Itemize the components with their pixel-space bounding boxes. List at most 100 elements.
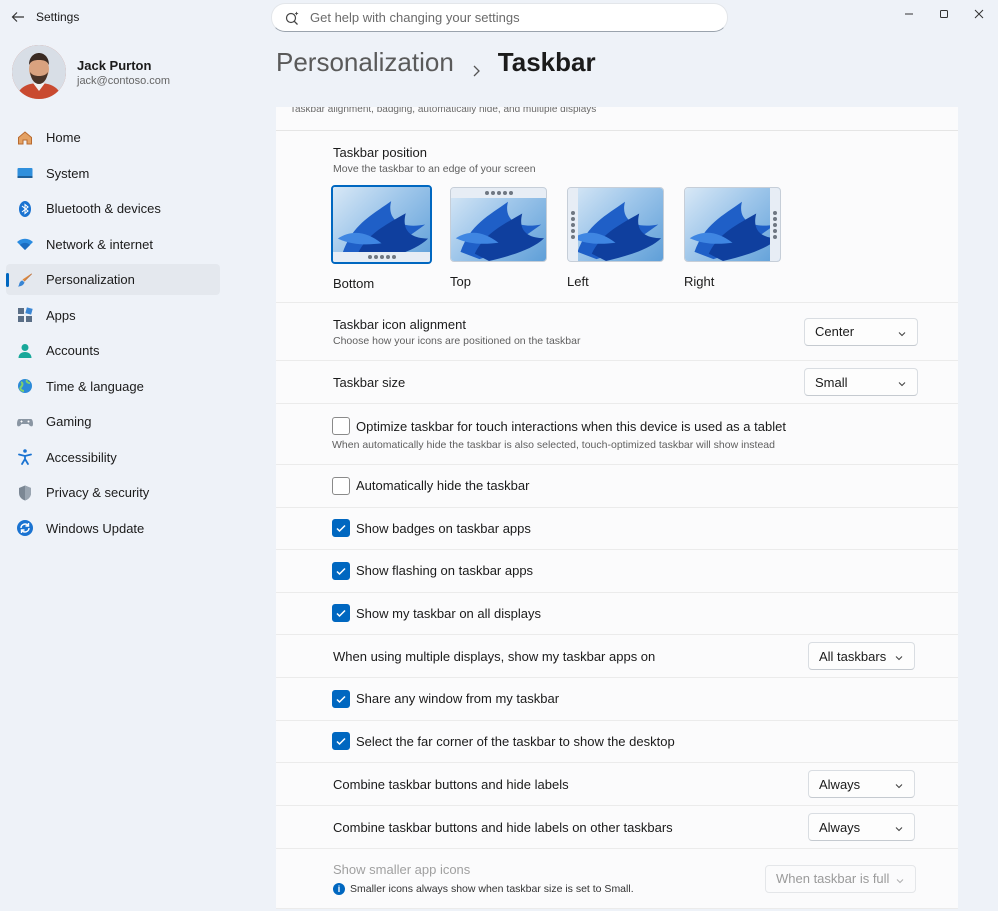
- position-preview-bottom: [331, 185, 432, 264]
- taskbar-position-setting: Taskbar position Move the taskbar to an …: [276, 131, 958, 303]
- touch-optimize-setting: Optimize taskbar for touch interactions …: [276, 404, 958, 465]
- sidebar-item-apps[interactable]: Apps: [6, 300, 220, 331]
- sidebar-item-accessibility[interactable]: Accessibility: [6, 442, 220, 473]
- apps-icon: [16, 306, 34, 324]
- title-bar: Settings: [0, 0, 998, 34]
- taskbar-behaviors-panel: Taskbar alignment, badging, automaticall…: [276, 107, 958, 911]
- combine-value: Always: [819, 776, 861, 792]
- combine-title: Combine taskbar buttons and hide labels: [333, 776, 569, 792]
- gamepad-icon: [16, 413, 34, 431]
- touch-optimize-checkbox[interactable]: [332, 417, 350, 435]
- autohide-setting: Automatically hide the taskbar: [276, 465, 958, 508]
- icon-alignment-setting: Taskbar icon alignment Choose how your i…: [276, 303, 958, 361]
- person-icon: [16, 342, 34, 360]
- sidebar-item-network[interactable]: Network & internet: [6, 229, 220, 260]
- touch-optimize-subtitle: When automatically hide the taskbar is a…: [332, 439, 775, 451]
- search-box[interactable]: [271, 3, 728, 32]
- position-preview-left: [567, 187, 664, 262]
- checkmark-icon: [336, 610, 346, 618]
- accessibility-icon: [16, 448, 34, 466]
- close-icon: [974, 9, 984, 19]
- breadcrumb: Personalization Taskbar: [276, 47, 596, 78]
- all-displays-checkbox[interactable]: [332, 604, 350, 623]
- smaller-icons-setting: Show smaller app icons i Smaller icons a…: [276, 849, 958, 909]
- checkmark-icon: [336, 695, 346, 703]
- all-displays-label: Show my taskbar on all displays: [356, 605, 541, 621]
- taskbar-size-value: Small: [815, 374, 848, 390]
- icon-alignment-dropdown[interactable]: Center: [804, 317, 918, 346]
- touch-optimize-label: Optimize taskbar for touch interactions …: [356, 418, 786, 434]
- page-title: Taskbar: [497, 47, 596, 77]
- position-option-right[interactable]: Right: [684, 187, 801, 291]
- shield-icon: [16, 484, 34, 502]
- smaller-icons-title: Show smaller app icons: [333, 862, 471, 877]
- taskbar-size-dropdown[interactable]: Small: [804, 368, 918, 396]
- sidebar-item-system[interactable]: System: [6, 158, 220, 189]
- far-corner-setting: Select the far corner of the taskbar to …: [276, 720, 958, 763]
- user-profile[interactable]: Jack Purton jack@contoso.com: [12, 44, 170, 100]
- close-button[interactable]: [967, 3, 991, 25]
- search-input[interactable]: [310, 10, 690, 25]
- sidebar-item-windows-update[interactable]: Windows Update: [6, 513, 220, 544]
- combine-other-dropdown[interactable]: Always: [808, 813, 915, 841]
- sidebar-item-home[interactable]: Home: [6, 122, 220, 153]
- flashing-label: Show flashing on taskbar apps: [356, 563, 534, 579]
- position-option-label: Bottom: [333, 276, 375, 291]
- all-displays-setting: Show my taskbar on all displays: [276, 592, 958, 635]
- multi-display-title: When using multiple displays, show my ta…: [333, 648, 656, 664]
- multi-display-dropdown[interactable]: All taskbars: [808, 642, 915, 670]
- breadcrumb-parent[interactable]: Personalization: [276, 47, 454, 78]
- position-option-top[interactable]: Top: [450, 187, 567, 291]
- user-email: jack@contoso.com: [77, 75, 171, 87]
- autohide-checkbox[interactable]: [332, 476, 350, 495]
- back-arrow-icon[interactable]: [10, 9, 26, 25]
- section-description: Taskbar alignment, badging, automaticall…: [276, 107, 958, 131]
- flashing-checkbox[interactable]: [332, 561, 350, 580]
- taskbar-position-subtitle: Move the taskbar to an edge of your scre…: [333, 163, 536, 175]
- badges-checkbox[interactable]: [332, 519, 350, 538]
- share-window-checkbox[interactable]: [332, 689, 350, 708]
- chevron-down-icon: [894, 651, 904, 661]
- sidebar-item-bluetooth[interactable]: Bluetooth & devices: [6, 193, 220, 224]
- badges-setting: Show badges on taskbar apps: [276, 507, 958, 550]
- sidebar-item-privacy-security[interactable]: Privacy & security: [6, 477, 220, 508]
- minimize-button[interactable]: [897, 3, 921, 25]
- chevron-down-icon: [894, 779, 904, 789]
- position-option-left[interactable]: Left: [567, 187, 684, 291]
- icon-alignment-value: Center: [815, 324, 855, 339]
- brush-icon: [16, 271, 34, 289]
- multi-display-value: All taskbars: [819, 648, 887, 664]
- taskbar-position-title: Taskbar position: [333, 145, 427, 160]
- taskbar-size-title: Taskbar size: [333, 374, 406, 390]
- system-icon: [16, 164, 34, 182]
- sidebar-item-accounts[interactable]: Accounts: [6, 335, 220, 366]
- sidebar-item-time-language[interactable]: Time & language: [6, 371, 220, 402]
- chevron-down-icon: [895, 874, 905, 884]
- smaller-icons-value: When taskbar is full: [776, 871, 890, 886]
- taskbar-size-setting: Taskbar size Small: [276, 361, 958, 404]
- app-title: Settings: [36, 10, 80, 24]
- info-icon: i: [333, 883, 345, 895]
- chevron-down-icon: [897, 377, 907, 387]
- flashing-setting: Show flashing on taskbar apps: [276, 550, 958, 593]
- avatar: [12, 45, 66, 99]
- smaller-icons-dropdown: When taskbar is full: [765, 864, 916, 893]
- multi-display-setting: When using multiple displays, show my ta…: [276, 635, 958, 678]
- sidebar-item-personalization[interactable]: Personalization: [6, 264, 220, 295]
- share-window-label: Share any window from my taskbar: [356, 691, 560, 707]
- far-corner-checkbox[interactable]: [332, 732, 350, 751]
- user-name: Jack Purton: [77, 58, 152, 73]
- checkmark-icon: [336, 567, 346, 575]
- chevron-right-icon: [468, 55, 484, 76]
- chevron-down-icon: [897, 327, 907, 337]
- sidebar-item-gaming[interactable]: Gaming: [6, 406, 220, 437]
- position-option-bottom[interactable]: Bottom: [331, 185, 450, 291]
- wifi-icon: [16, 235, 34, 253]
- smaller-icons-info: Smaller icons always show when taskbar s…: [350, 883, 634, 895]
- maximize-icon: [940, 10, 948, 18]
- maximize-button[interactable]: [932, 3, 956, 25]
- autohide-label: Automatically hide the taskbar: [356, 478, 530, 494]
- combine-dropdown[interactable]: Always: [808, 770, 915, 798]
- checkmark-icon: [336, 738, 346, 746]
- position-option-label: Right: [684, 274, 715, 289]
